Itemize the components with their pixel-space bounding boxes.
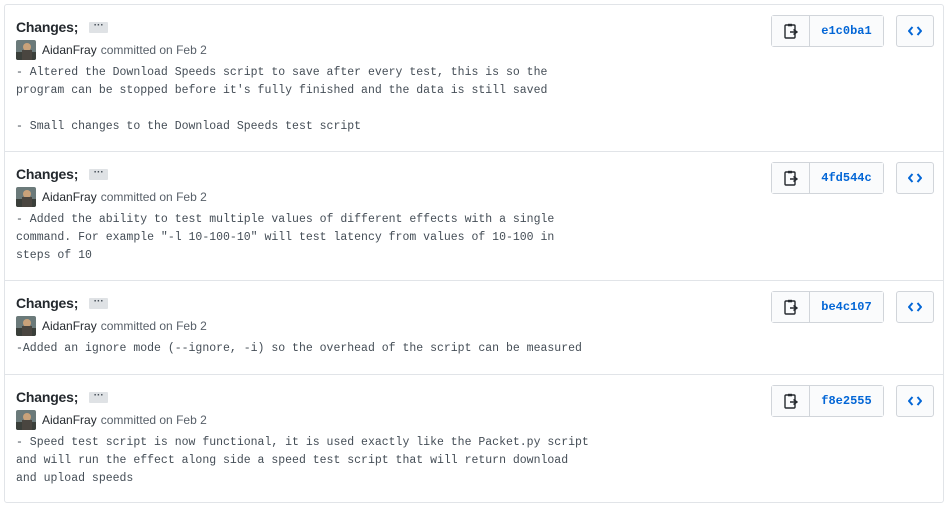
code-icon [908,173,922,183]
commit-title[interactable]: Changes; [16,389,78,405]
browse-files-button[interactable] [896,291,934,323]
commit-description: - Altered the Download Speeds script to … [16,66,548,133]
commit-actions: 4fd544c [771,162,934,194]
browse-files-button[interactable] [896,162,934,194]
commit-date: committed on Feb 2 [100,413,207,427]
clipboard-icon [783,23,798,39]
author-link[interactable]: AidanFray [42,43,97,57]
commit-item: Changes; ··· AidanFray committed on Feb … [5,375,943,502]
clipboard-icon [783,299,798,315]
commit-actions: be4c107 [771,291,934,323]
expand-description-button[interactable]: ··· [89,296,109,309]
clipboard-icon [783,393,798,409]
commit-date: committed on Feb 2 [100,43,207,57]
sha-link[interactable]: e1c0ba1 [810,16,883,46]
commit-title[interactable]: Changes; [16,166,78,182]
commit-description: -Added an ignore mode (--ignore, -i) so … [16,342,582,355]
commit-list: Changes; ··· AidanFray committed on Feb … [4,4,944,503]
browse-files-button[interactable] [896,15,934,47]
sha-link[interactable]: 4fd544c [810,163,883,193]
sha-button-group: e1c0ba1 [771,15,884,47]
sha-button-group: be4c107 [771,291,884,323]
author-link[interactable]: AidanFray [42,413,97,427]
avatar[interactable] [16,410,36,430]
author-link[interactable]: AidanFray [42,319,97,333]
sha-link[interactable]: f8e2555 [810,386,883,416]
copy-sha-button[interactable] [772,16,810,46]
code-icon [908,302,922,312]
commit-item: Changes; ··· AidanFray committed on Feb … [5,281,943,375]
expand-description-button[interactable]: ··· [89,390,109,403]
sha-button-group: f8e2555 [771,385,884,417]
code-icon [908,396,922,406]
commit-item: Changes; ··· AidanFray committed on Feb … [5,152,943,281]
author-link[interactable]: AidanFray [42,190,97,204]
commit-title[interactable]: Changes; [16,295,78,311]
commit-actions: e1c0ba1 [771,15,934,47]
commit-date: committed on Feb 2 [100,319,207,333]
code-icon [908,26,922,36]
commit-date: committed on Feb 2 [100,190,207,204]
commit-item: Changes; ··· AidanFray committed on Feb … [5,5,943,152]
browse-files-button[interactable] [896,385,934,417]
avatar[interactable] [16,316,36,336]
commit-description: - Added the ability to test multiple val… [16,213,555,262]
expand-description-button[interactable]: ··· [89,167,109,180]
sha-link[interactable]: be4c107 [810,292,883,322]
copy-sha-button[interactable] [772,292,810,322]
commit-title[interactable]: Changes; [16,19,78,35]
expand-description-button[interactable]: ··· [89,20,109,33]
commit-description: - Speed test script is now functional, i… [16,436,589,485]
avatar[interactable] [16,40,36,60]
clipboard-icon [783,170,798,186]
copy-sha-button[interactable] [772,386,810,416]
copy-sha-button[interactable] [772,163,810,193]
avatar[interactable] [16,187,36,207]
sha-button-group: 4fd544c [771,162,884,194]
commit-actions: f8e2555 [771,385,934,417]
